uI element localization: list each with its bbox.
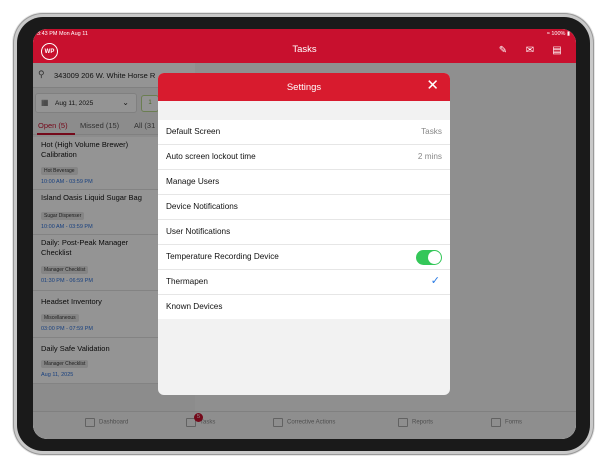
setting-device-notifications[interactable]: Device Notifications xyxy=(158,195,450,220)
settings-title: Settings xyxy=(286,82,322,93)
setting-default-screen[interactable]: Default Screen Tasks xyxy=(158,120,450,145)
page-title: Tasks xyxy=(292,44,317,55)
status-battery: ≈ 100% ▮ xyxy=(547,31,570,37)
setting-temperature-device: Temperature Recording Device xyxy=(158,245,450,270)
edit-icon[interactable]: ✎ xyxy=(496,45,510,57)
status-time: 3:43 PM Mon Aug 11 xyxy=(37,31,88,37)
settings-list: Default Screen Tasks Auto screen lockout… xyxy=(158,120,450,319)
settings-modal-header: Settings ✕ xyxy=(158,73,450,101)
setting-user-notifications[interactable]: User Notifications xyxy=(158,220,450,245)
temperature-device-toggle[interactable] xyxy=(416,250,442,265)
setting-value: 2 mins xyxy=(417,152,442,161)
checkmark-icon: ✓ xyxy=(430,275,440,287)
profile-card-icon[interactable]: ▤ xyxy=(550,45,564,57)
status-bar: 3:43 PM Mon Aug 11 ≈ 100% ▮ xyxy=(33,29,576,39)
battery-percent: 100% xyxy=(551,31,566,37)
setting-value: Tasks xyxy=(421,127,442,136)
setting-thermapen[interactable]: Thermapen ✓ xyxy=(158,270,450,295)
toggle-knob xyxy=(428,251,441,264)
setting-auto-lockout[interactable]: Auto screen lockout time 2 mins xyxy=(158,145,450,170)
setting-known-devices[interactable]: Known Devices xyxy=(158,295,450,319)
chat-icon[interactable]: ✉ xyxy=(523,45,537,57)
wifi-icon: ≈ xyxy=(546,31,550,37)
battery-icon: ▮ xyxy=(566,31,570,37)
setting-manage-users[interactable]: Manage Users xyxy=(158,170,450,195)
close-icon[interactable]: ✕ xyxy=(426,78,439,93)
settings-modal: Settings ✕ Default Screen Tasks Auto scr… xyxy=(158,73,450,395)
app-screen: 3:43 PM Mon Aug 11 ≈ 100% ▮ WP Tasks ✎ ✉… xyxy=(33,29,576,439)
app-header: 3:43 PM Mon Aug 11 ≈ 100% ▮ WP Tasks ✎ ✉… xyxy=(33,29,576,63)
